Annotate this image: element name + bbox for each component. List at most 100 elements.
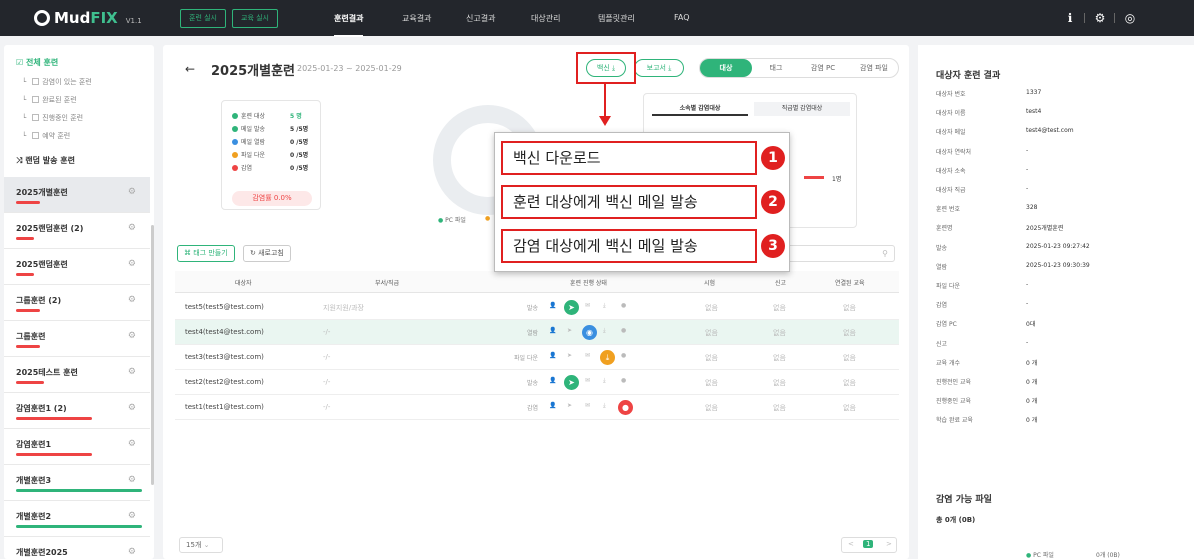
table-row[interactable]: test1(test1@test.com) -/- 감염 👤 ➤ ✉ ⤓ ● 없음 없음 없음 bbox=[175, 395, 899, 420]
nav-education-results[interactable]: 교육결과 bbox=[402, 13, 431, 24]
all-training-link[interactable]: ☑ 전체 훈련 bbox=[16, 57, 58, 68]
refresh-button[interactable]: ↻ 새로고침 bbox=[243, 245, 291, 262]
training-name: 개별훈련3 bbox=[16, 476, 52, 485]
progress-bar bbox=[16, 273, 34, 276]
sidebar-training-item[interactable]: 그룹훈련 ⚙ bbox=[4, 321, 150, 357]
gear-icon[interactable]: ⚙ bbox=[128, 475, 136, 485]
filter-scheduled[interactable]: └ 예약 훈련 bbox=[22, 131, 70, 141]
sidebar-training-item[interactable]: 2025랜덤훈련 (2) ⚙ bbox=[4, 213, 150, 249]
gear-icon[interactable]: ⚙ bbox=[128, 511, 136, 521]
next-page-icon[interactable]: > bbox=[886, 540, 892, 548]
detail-value: 2025개별훈련 bbox=[1026, 225, 1064, 233]
sidebar-training-item[interactable]: 그룹훈련 (2) ⚙ bbox=[4, 285, 150, 321]
gear-icon[interactable]: ⚙ bbox=[128, 295, 136, 305]
detail-label: 대상자 메일 bbox=[936, 129, 966, 137]
table-row[interactable]: test5(test5@test.com) 지원지원/과장 발송 👤 ➤ ✉ ⤓ ● 없음 없음 없… bbox=[175, 295, 899, 320]
nav-report-results[interactable]: 신고결과 bbox=[466, 13, 495, 24]
training-dates: 2025-01-23 ~ 2025-01-29 bbox=[297, 64, 402, 73]
stat-label: 메일 발송 bbox=[232, 124, 265, 133]
filter-infected[interactable]: └ 감염이 있는 훈련 bbox=[22, 77, 92, 87]
number-badge: 1 bbox=[761, 146, 785, 170]
search-input[interactable]: ⚲ bbox=[783, 245, 895, 262]
report-download-button[interactable]: 보고서 ⤓ bbox=[634, 59, 684, 77]
step-icon: ✉ bbox=[585, 377, 591, 384]
user-icon[interactable]: ◎ bbox=[1122, 10, 1138, 26]
status-progress: 발송 👤 ➤ ✉ ⤓ ● bbox=[510, 300, 680, 315]
random-training-link[interactable]: ⤨ 랜덤 발송 훈련 bbox=[16, 155, 75, 166]
dept-rank: 지원지원/과장 bbox=[323, 304, 364, 312]
tab-dept-infected[interactable]: 소속별 감염대상 bbox=[652, 102, 748, 116]
gear-icon[interactable]: ⚙ bbox=[128, 259, 136, 269]
sidebar-training-item[interactable]: 감염훈련1 ⚙ bbox=[4, 429, 150, 465]
start-training-button[interactable]: 훈련 실시 bbox=[180, 9, 226, 28]
gear-icon[interactable]: ⚙ bbox=[128, 403, 136, 413]
detail-value: test4@test.com bbox=[1026, 127, 1074, 135]
sidebar-training-item[interactable]: 감염훈련1 (2) ⚙ bbox=[4, 393, 150, 429]
nav-target-management[interactable]: 대상관리 bbox=[531, 13, 560, 24]
nav-template-management[interactable]: 템플릿관리 bbox=[598, 13, 635, 24]
gear-icon[interactable]: ⚙ bbox=[128, 547, 136, 557]
info-icon[interactable]: ℹ bbox=[1062, 10, 1078, 26]
training-name: 그룹훈련 bbox=[16, 332, 46, 341]
stats-box: 감염률 0.0% 훈련 대상 5 명 메일 발송 5 /5명 메일 열람 0 /5명 파일 … bbox=[221, 100, 321, 210]
training-name: 2025테스트 훈련 bbox=[16, 368, 78, 377]
page-size-select[interactable]: 15개 ⌄ bbox=[179, 537, 223, 553]
gear-icon[interactable]: ⚙ bbox=[128, 223, 136, 233]
filter-completed[interactable]: └ 완료된 훈련 bbox=[22, 95, 77, 105]
checkbox[interactable] bbox=[32, 78, 40, 85]
filter-in-progress[interactable]: └ 진행중인 훈련 bbox=[22, 113, 83, 123]
logo[interactable]: MudFIX V1.1 bbox=[34, 9, 142, 27]
table-row[interactable]: test2(test2@test.com) -/- 발송 👤 ➤ ✉ ⤓ ● 없음 없음 없음 bbox=[175, 370, 899, 395]
menu-item-send-vaccine-to-infected[interactable]: 감염 대상에게 백신 메일 발송 bbox=[501, 229, 757, 263]
prev-page-icon[interactable]: < bbox=[848, 540, 854, 548]
sidebar-training-item[interactable]: 2025테스트 훈련 ⚙ bbox=[4, 357, 150, 393]
step-icon: ✉ bbox=[585, 402, 591, 409]
toggle-infected-pc[interactable]: 감염 PC bbox=[800, 59, 846, 77]
detail-value: test4 bbox=[1026, 108, 1042, 116]
sidebar-training-item[interactable]: 개별훈련2 ⚙ bbox=[4, 501, 150, 537]
make-tag-button[interactable]: ⌘ 태그 만들기 bbox=[177, 245, 235, 262]
col-status: 훈련 진행 상태 bbox=[570, 280, 607, 287]
sidebar-training-item[interactable]: 2025랜덤훈련 ⚙ bbox=[4, 249, 150, 285]
page-number[interactable]: 1 bbox=[863, 540, 874, 548]
report-value: 없음 bbox=[773, 354, 786, 362]
menu-item-vaccine-download[interactable]: 백신 다운로드 bbox=[501, 141, 757, 175]
gear-icon[interactable]: ⚙ bbox=[128, 439, 136, 449]
sidebar-training-item[interactable]: 개별훈련2025 ⚙ bbox=[4, 537, 150, 559]
sidebar-training-item[interactable]: 2025개별훈련 ⚙ bbox=[4, 177, 150, 213]
menu-item-send-vaccine-to-targets[interactable]: 훈련 대상에게 백신 메일 발송 bbox=[501, 185, 757, 219]
tab-rank-infected[interactable]: 직급별 감염대상 bbox=[754, 102, 850, 116]
start-education-button[interactable]: 교육 실시 bbox=[232, 9, 278, 28]
status-step-icon: ● bbox=[618, 400, 633, 415]
progress-bar bbox=[16, 417, 92, 420]
divider bbox=[1084, 13, 1085, 23]
toggle-target[interactable]: 대상 bbox=[700, 59, 752, 77]
filter-label: 감염이 있는 훈련 bbox=[42, 78, 92, 86]
sidebar-training-item[interactable]: 개별훈련3 ⚙ bbox=[4, 465, 150, 501]
detail-value: - bbox=[1026, 165, 1029, 173]
checkbox[interactable] bbox=[32, 114, 40, 121]
detail-panel: 대상자 훈련 결과 감염 가능 파일 총 0개 (0B) ● PC 파일 0개 … bbox=[918, 45, 1194, 559]
shuffle-icon: ⤨ bbox=[16, 156, 23, 165]
nav-faq[interactable]: FAQ bbox=[674, 13, 690, 22]
gear-icon[interactable]: ⚙ bbox=[128, 331, 136, 341]
checkbox[interactable] bbox=[32, 132, 40, 139]
report-value: 없음 bbox=[773, 379, 786, 387]
gear-icon[interactable]: ⚙ bbox=[128, 367, 136, 377]
stat-label: 감염 bbox=[232, 163, 252, 172]
back-arrow-icon[interactable]: ← bbox=[185, 62, 195, 76]
checkbox[interactable] bbox=[32, 96, 40, 103]
gear-icon[interactable]: ⚙ bbox=[1092, 10, 1108, 26]
logo-icon bbox=[34, 10, 50, 26]
table-row[interactable]: test4(test4@test.com) -/- 열람 👤 ➤ ◉ ⤓ ● 없음 없음 없음 bbox=[175, 320, 899, 345]
nav-training-results[interactable]: 훈련결과 bbox=[334, 13, 364, 37]
toggle-infected-file[interactable]: 감염 파일 bbox=[850, 59, 898, 77]
detail-label: 진행중인 교육 bbox=[936, 398, 972, 406]
training-name: 그룹훈련 (2) bbox=[16, 296, 62, 305]
table-row[interactable]: test3(test3@test.com) -/- 파일 다운 👤 ➤ ✉ ⤓ ● 없음 없음 없음 bbox=[175, 345, 899, 370]
gear-icon[interactable]: ⚙ bbox=[128, 187, 136, 197]
toggle-tag[interactable]: 태그 bbox=[756, 59, 796, 77]
training-name: 개별훈련2025 bbox=[16, 548, 68, 557]
sidebar-scrollbar[interactable] bbox=[151, 225, 154, 485]
table-header: 대상자 부서/직급 훈련 진행 상태 시험 신고 연결된 교육 bbox=[175, 271, 899, 293]
